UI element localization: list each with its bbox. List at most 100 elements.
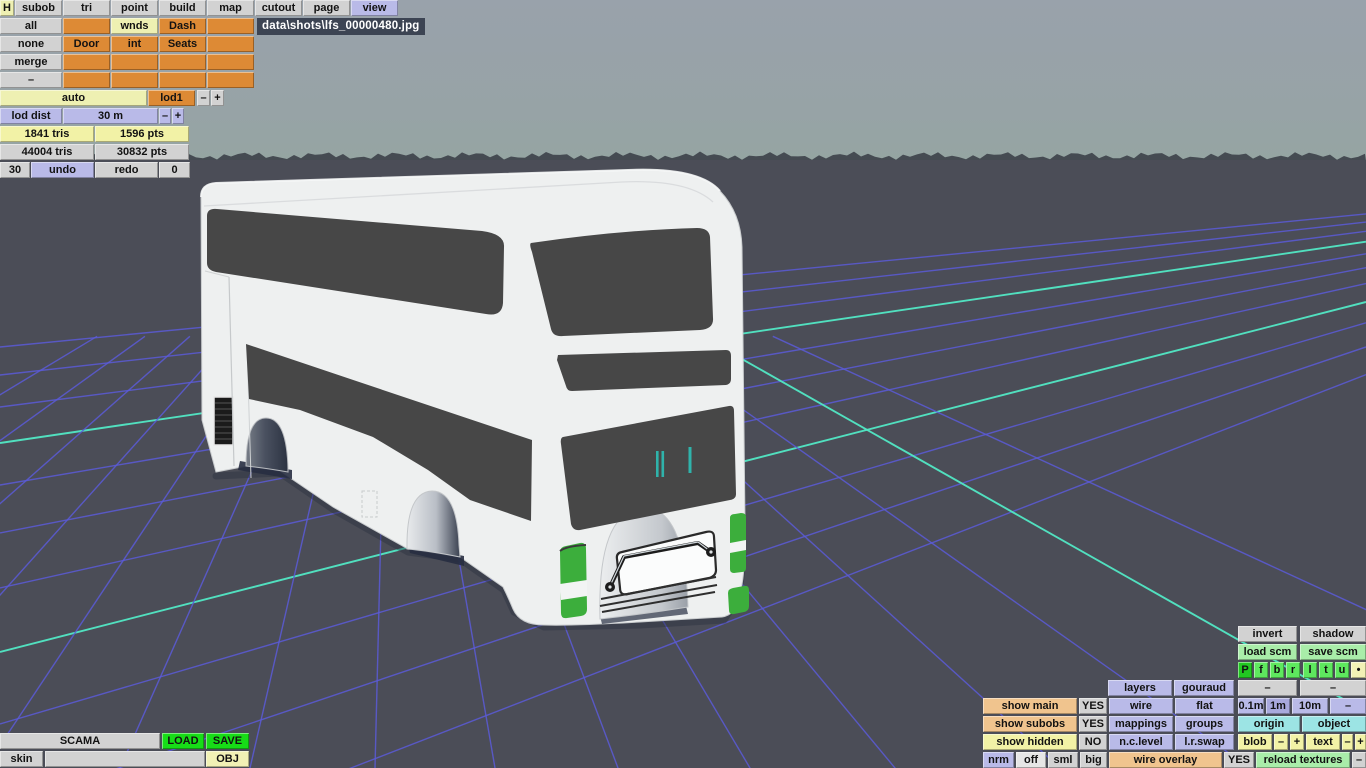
lr-swap-button[interactable]: l.r.swap [1175,734,1234,750]
blob-plus-button[interactable]: + [1290,734,1304,750]
show-hidden-label: show hidden [983,734,1077,750]
show-hidden-toggle[interactable]: NO [1079,734,1107,750]
subob-merge-button[interactable]: merge [0,54,62,70]
subob-none-button[interactable]: none [0,36,62,52]
layers-button[interactable]: layers [1108,680,1172,696]
groups-button[interactable]: groups [1175,716,1234,732]
grid-0-1m-button[interactable]: 0.1m [1238,698,1264,714]
subob-dash-button[interactable]: – [0,72,62,88]
subob-cell[interactable] [111,54,158,70]
text-minus-button[interactable]: – [1342,734,1353,750]
total-pts-stat: 30832 pts [95,144,189,160]
origin-button[interactable]: origin [1238,716,1300,732]
dash-button[interactable]: – [1300,680,1366,696]
view-key-dot[interactable]: • [1351,662,1366,678]
mappings-button[interactable]: mappings [1109,716,1173,732]
object-button[interactable]: object [1302,716,1366,732]
subob-cell-door[interactable]: Door [63,36,110,52]
nrm-button[interactable]: nrm [983,752,1014,768]
skin-name-field[interactable] [45,751,205,767]
lod-plus-button[interactable]: + [211,90,224,106]
subob-cell[interactable] [207,54,254,70]
reload-textures-button[interactable]: reload textures [1256,752,1350,768]
subob-cell[interactable] [207,72,254,88]
view-key-t[interactable]: t [1319,662,1333,678]
dash-button[interactable]: – [1238,680,1297,696]
blob-minus-button[interactable]: – [1274,734,1288,750]
subob-cell[interactable] [207,18,254,34]
menu-page-tab[interactable]: page [303,0,350,16]
undo-count: 30 [0,162,30,178]
subob-cell[interactable] [63,18,110,34]
side-vent-grille [213,396,234,446]
lod-dist-value[interactable]: 30 m [63,108,158,124]
subob-cell[interactable] [159,72,206,88]
skin-button[interactable]: skin [0,751,43,767]
shadow-button[interactable]: shadow [1300,626,1366,642]
nrm-sml-button[interactable]: sml [1048,752,1078,768]
menu-map-tab[interactable]: map [207,0,254,16]
reload-dash-button[interactable]: – [1352,752,1366,768]
subob-cell-int[interactable]: int [111,36,158,52]
view-key-r[interactable]: r [1286,662,1300,678]
grid-dash-button[interactable]: – [1330,698,1366,714]
lod-auto-button[interactable]: auto [0,90,147,106]
subob-cell[interactable] [111,72,158,88]
subob-cell[interactable] [63,72,110,88]
screenshot-path-label: data\shots\lfs_00000480.jpg [257,18,425,35]
load-button[interactable]: LOAD [162,733,204,749]
gouraud-button[interactable]: gouraud [1174,680,1234,696]
menu-subob-tab[interactable]: subob [15,0,62,16]
subob-all-button[interactable]: all [0,18,62,34]
lod-dist-label: lod dist [0,108,62,124]
menu-view-tab-active[interactable]: view [351,0,398,16]
show-subobs-label: show subobs [983,716,1077,732]
view-key-f[interactable]: f [1254,662,1268,678]
menu-point-tab[interactable]: point [111,0,158,16]
nrm-big-button[interactable]: big [1080,752,1107,768]
subob-cell[interactable] [159,54,206,70]
blob-button[interactable]: blob [1238,734,1272,750]
nc-level-button[interactable]: n.c.level [1109,734,1173,750]
headlight-left [559,542,587,619]
nrm-off-button[interactable]: off [1016,752,1046,768]
lod-dist-plus-button[interactable]: + [172,108,184,124]
menu-build-tab[interactable]: build [159,0,206,16]
lod-dist-minus-button[interactable]: – [159,108,171,124]
headlight-right [728,513,749,615]
subob-cell-seats[interactable]: Seats [159,36,206,52]
undo-button[interactable]: undo [31,162,94,178]
wire-overlay-toggle[interactable]: YES [1224,752,1254,768]
subob-cell[interactable] [207,36,254,52]
save-button[interactable]: SAVE [206,733,249,749]
view-key-u[interactable]: u [1335,662,1349,678]
show-main-toggle[interactable]: YES [1079,698,1107,714]
upper-front-window [530,228,714,337]
invert-button[interactable]: invert [1238,626,1297,642]
view-key-l[interactable]: l [1303,662,1317,678]
grid-10m-button[interactable]: 10m [1292,698,1328,714]
subob-cell-wnds-selected[interactable]: wnds [111,18,158,34]
lod-current-button[interactable]: lod1 [148,90,195,106]
save-scm-button[interactable]: save scm [1300,644,1366,660]
menu-cutout-tab[interactable]: cutout [255,0,302,16]
viewport-3d[interactable] [0,0,1366,768]
show-subobs-toggle[interactable]: YES [1079,716,1107,732]
subob-cell[interactable] [63,54,110,70]
model-name-field[interactable]: SCAMA [0,733,160,749]
lod-tris-stat: 1841 tris [0,126,94,142]
menu-h-button[interactable]: H [0,0,14,16]
subob-cell-dash[interactable]: Dash [159,18,206,34]
menu-tri-tab[interactable]: tri [63,0,110,16]
text-button[interactable]: text [1306,734,1340,750]
lod-minus-button[interactable]: – [197,90,210,106]
obj-button[interactable]: OBJ [206,751,249,767]
wire-button[interactable]: wire [1109,698,1173,714]
view-key-P[interactable]: P [1238,662,1252,678]
view-key-b[interactable]: b [1270,662,1284,678]
load-scm-button[interactable]: load scm [1238,644,1297,660]
flat-button[interactable]: flat [1175,698,1234,714]
text-plus-button[interactable]: + [1355,734,1366,750]
redo-button[interactable]: redo [95,162,158,178]
grid-1m-button[interactable]: 1m [1266,698,1290,714]
